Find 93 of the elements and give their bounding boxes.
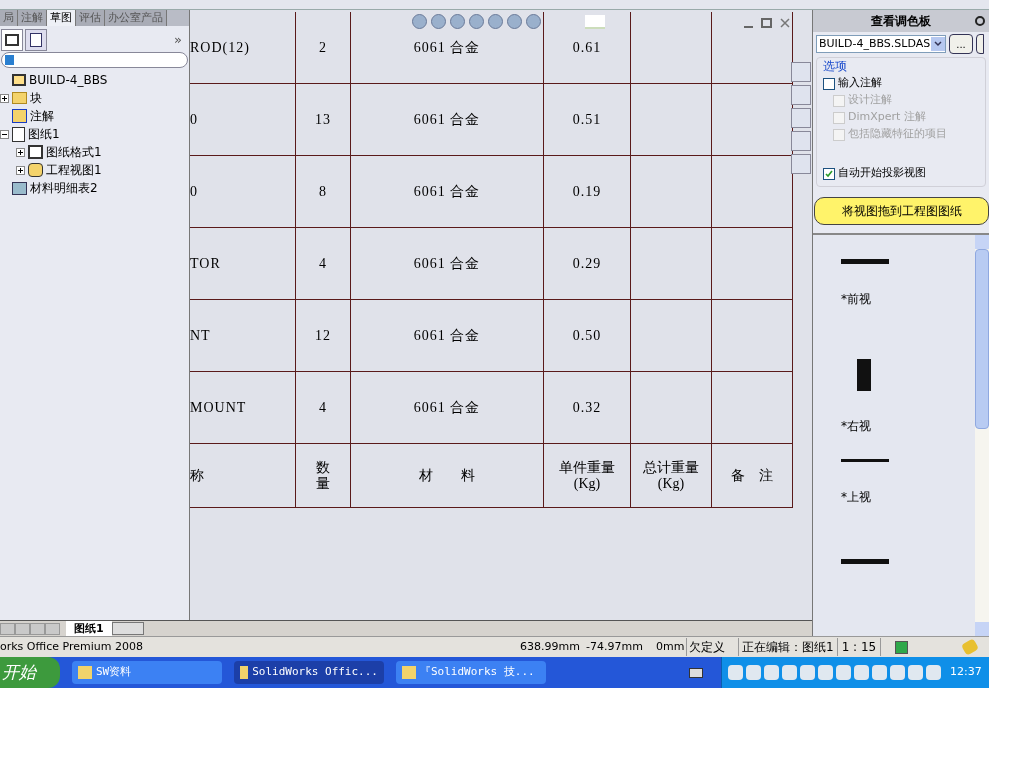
checkbox-label: DimXpert 注解 xyxy=(848,109,926,126)
column-header: 总计重量 (Kg) xyxy=(643,459,699,492)
refresh-button[interactable] xyxy=(976,34,984,54)
table-cell-text: 0 xyxy=(190,111,198,129)
tree-item[interactable]: 材料明细表2 xyxy=(30,179,98,197)
view-label: *上视 xyxy=(841,489,872,506)
table-cell-text: 12 xyxy=(315,327,331,345)
filter-field[interactable] xyxy=(1,52,188,68)
property-tab[interactable] xyxy=(25,29,47,51)
sheet-icon xyxy=(12,126,25,142)
column-header: 材 料 xyxy=(419,467,475,484)
checkbox-label: 设计注解 xyxy=(848,92,892,109)
checkbox[interactable] xyxy=(823,77,835,90)
view-thumbnail-drawing[interactable] xyxy=(841,259,889,264)
feature-tree-tab[interactable] xyxy=(1,29,23,51)
checkbox[interactable] xyxy=(823,167,835,180)
browse-button[interactable]: ... xyxy=(949,34,973,54)
drag-hint-button[interactable]: 将视图拖到工程图图纸 xyxy=(814,197,989,225)
tree-item[interactable]: BUILD-4_BBS xyxy=(29,71,108,89)
column-header: 备 注 xyxy=(731,467,773,484)
table-cell-text: 6061 合金 xyxy=(413,399,481,417)
table-cell-text: 2 xyxy=(319,39,327,57)
z-coordinate: 0mm xyxy=(656,638,686,655)
table-cell-text: 0.50 xyxy=(572,327,602,345)
view-thumbnail-drawing[interactable] xyxy=(841,459,889,462)
sheet-nav-icon[interactable] xyxy=(15,622,30,635)
checkbox-label: 包括隐藏特征的项目 xyxy=(848,126,947,143)
table-cell-text: MOUNT xyxy=(190,399,247,417)
table-cell-text: 6061 合金 xyxy=(413,39,481,57)
keyboard-icon[interactable] xyxy=(689,667,703,678)
scrollbar[interactable] xyxy=(975,235,989,636)
table-cell-text: 4 xyxy=(319,255,327,273)
table-cell-text: 0.19 xyxy=(572,183,602,201)
editing-status: 正在编辑：图纸1 xyxy=(738,638,838,656)
table-cell-text: 6061 合金 xyxy=(413,327,481,345)
expand-toggle[interactable] xyxy=(16,165,25,175)
expand-toggle[interactable] xyxy=(0,93,9,103)
start-button[interactable]: 开始 xyxy=(0,657,60,688)
table-cell-text: 4 xyxy=(319,399,327,417)
expand-toggle[interactable] xyxy=(16,147,25,157)
tree-item[interactable]: 块 xyxy=(30,89,42,107)
tree-item[interactable]: 图纸1 xyxy=(28,125,60,143)
table-cell-text: 13 xyxy=(315,111,331,129)
column-header: 称 xyxy=(190,467,204,484)
table-cell-text: ROD(12) xyxy=(190,39,250,57)
x-coordinate: 638.99mm xyxy=(520,638,581,655)
ribbon-tab[interactable]: 注解 xyxy=(18,10,47,26)
view-thumbnail-drawing[interactable] xyxy=(857,359,871,391)
checkbox-label: 输入注解 xyxy=(838,75,882,92)
view-thumbnail-drawing[interactable] xyxy=(841,559,889,564)
column-header: 数量 xyxy=(316,460,330,491)
collapse-toggle[interactable] xyxy=(0,129,9,139)
tree-item[interactable]: 注解 xyxy=(30,107,54,125)
ribbon-tab[interactable]: 草图 xyxy=(47,10,76,26)
y-coordinate: -74.97mm xyxy=(586,638,644,655)
tree-item[interactable]: 工程视图1 xyxy=(46,161,102,179)
table-cell-text: 8 xyxy=(319,183,327,201)
view-label: *右视 xyxy=(841,418,872,435)
group-label: 选项 xyxy=(823,58,848,75)
ribbon-tab[interactable]: 局 xyxy=(0,10,18,26)
scale-status: 1 : 15 xyxy=(837,638,882,656)
sketch-status: 欠定义 xyxy=(686,638,738,656)
document-dropdown[interactable]: BUILD-4_BBS.SLDAS xyxy=(816,35,946,53)
column-header: 单件重量 (Kg) xyxy=(559,459,615,492)
checkbox-label: 自动开始投影视图 xyxy=(838,165,926,182)
close-button[interactable] xyxy=(780,18,790,28)
taskbar-button[interactable]: SW资料 xyxy=(72,661,222,684)
tree-item[interactable]: 图纸格式1 xyxy=(46,143,102,161)
sheet-nav-icon[interactable] xyxy=(45,622,60,635)
taskbar-button[interactable]: 『SolidWorks 技... xyxy=(396,661,546,684)
sheet-nav-icon[interactable] xyxy=(0,622,15,635)
sheet-nav-icon[interactable] xyxy=(30,622,45,635)
table-cell-text: NT xyxy=(190,327,211,345)
table-cell-text: 0.32 xyxy=(572,399,602,417)
table-cell-text: 6061 合金 xyxy=(413,183,481,201)
annotation-icon xyxy=(12,109,27,123)
table-cell-text: 0.29 xyxy=(572,255,602,273)
table-cell-text: 0 xyxy=(190,183,198,201)
clock: 12:37 xyxy=(950,664,982,681)
table-cell-text: TOR xyxy=(190,255,221,273)
restore-button[interactable] xyxy=(761,18,772,28)
table-cell-text: 6061 合金 xyxy=(413,255,481,273)
status-text: orks Office Premium 2008 xyxy=(0,638,144,655)
table-cell-text: 6061 合金 xyxy=(413,111,481,129)
color-swatch[interactable] xyxy=(585,14,605,29)
table-cell-text: 0.61 xyxy=(572,39,602,57)
table-cell-text: 0.51 xyxy=(572,111,602,129)
collapse-button[interactable]: » xyxy=(174,30,182,50)
view-label: *前视 xyxy=(841,291,872,308)
taskbar-button[interactable]: SolidWorks Offic... xyxy=(234,661,384,684)
add-sheet-button[interactable] xyxy=(111,622,144,635)
panel-title: 查看调色板 xyxy=(871,13,931,30)
sheet-tab[interactable]: 图纸1 xyxy=(66,621,112,636)
